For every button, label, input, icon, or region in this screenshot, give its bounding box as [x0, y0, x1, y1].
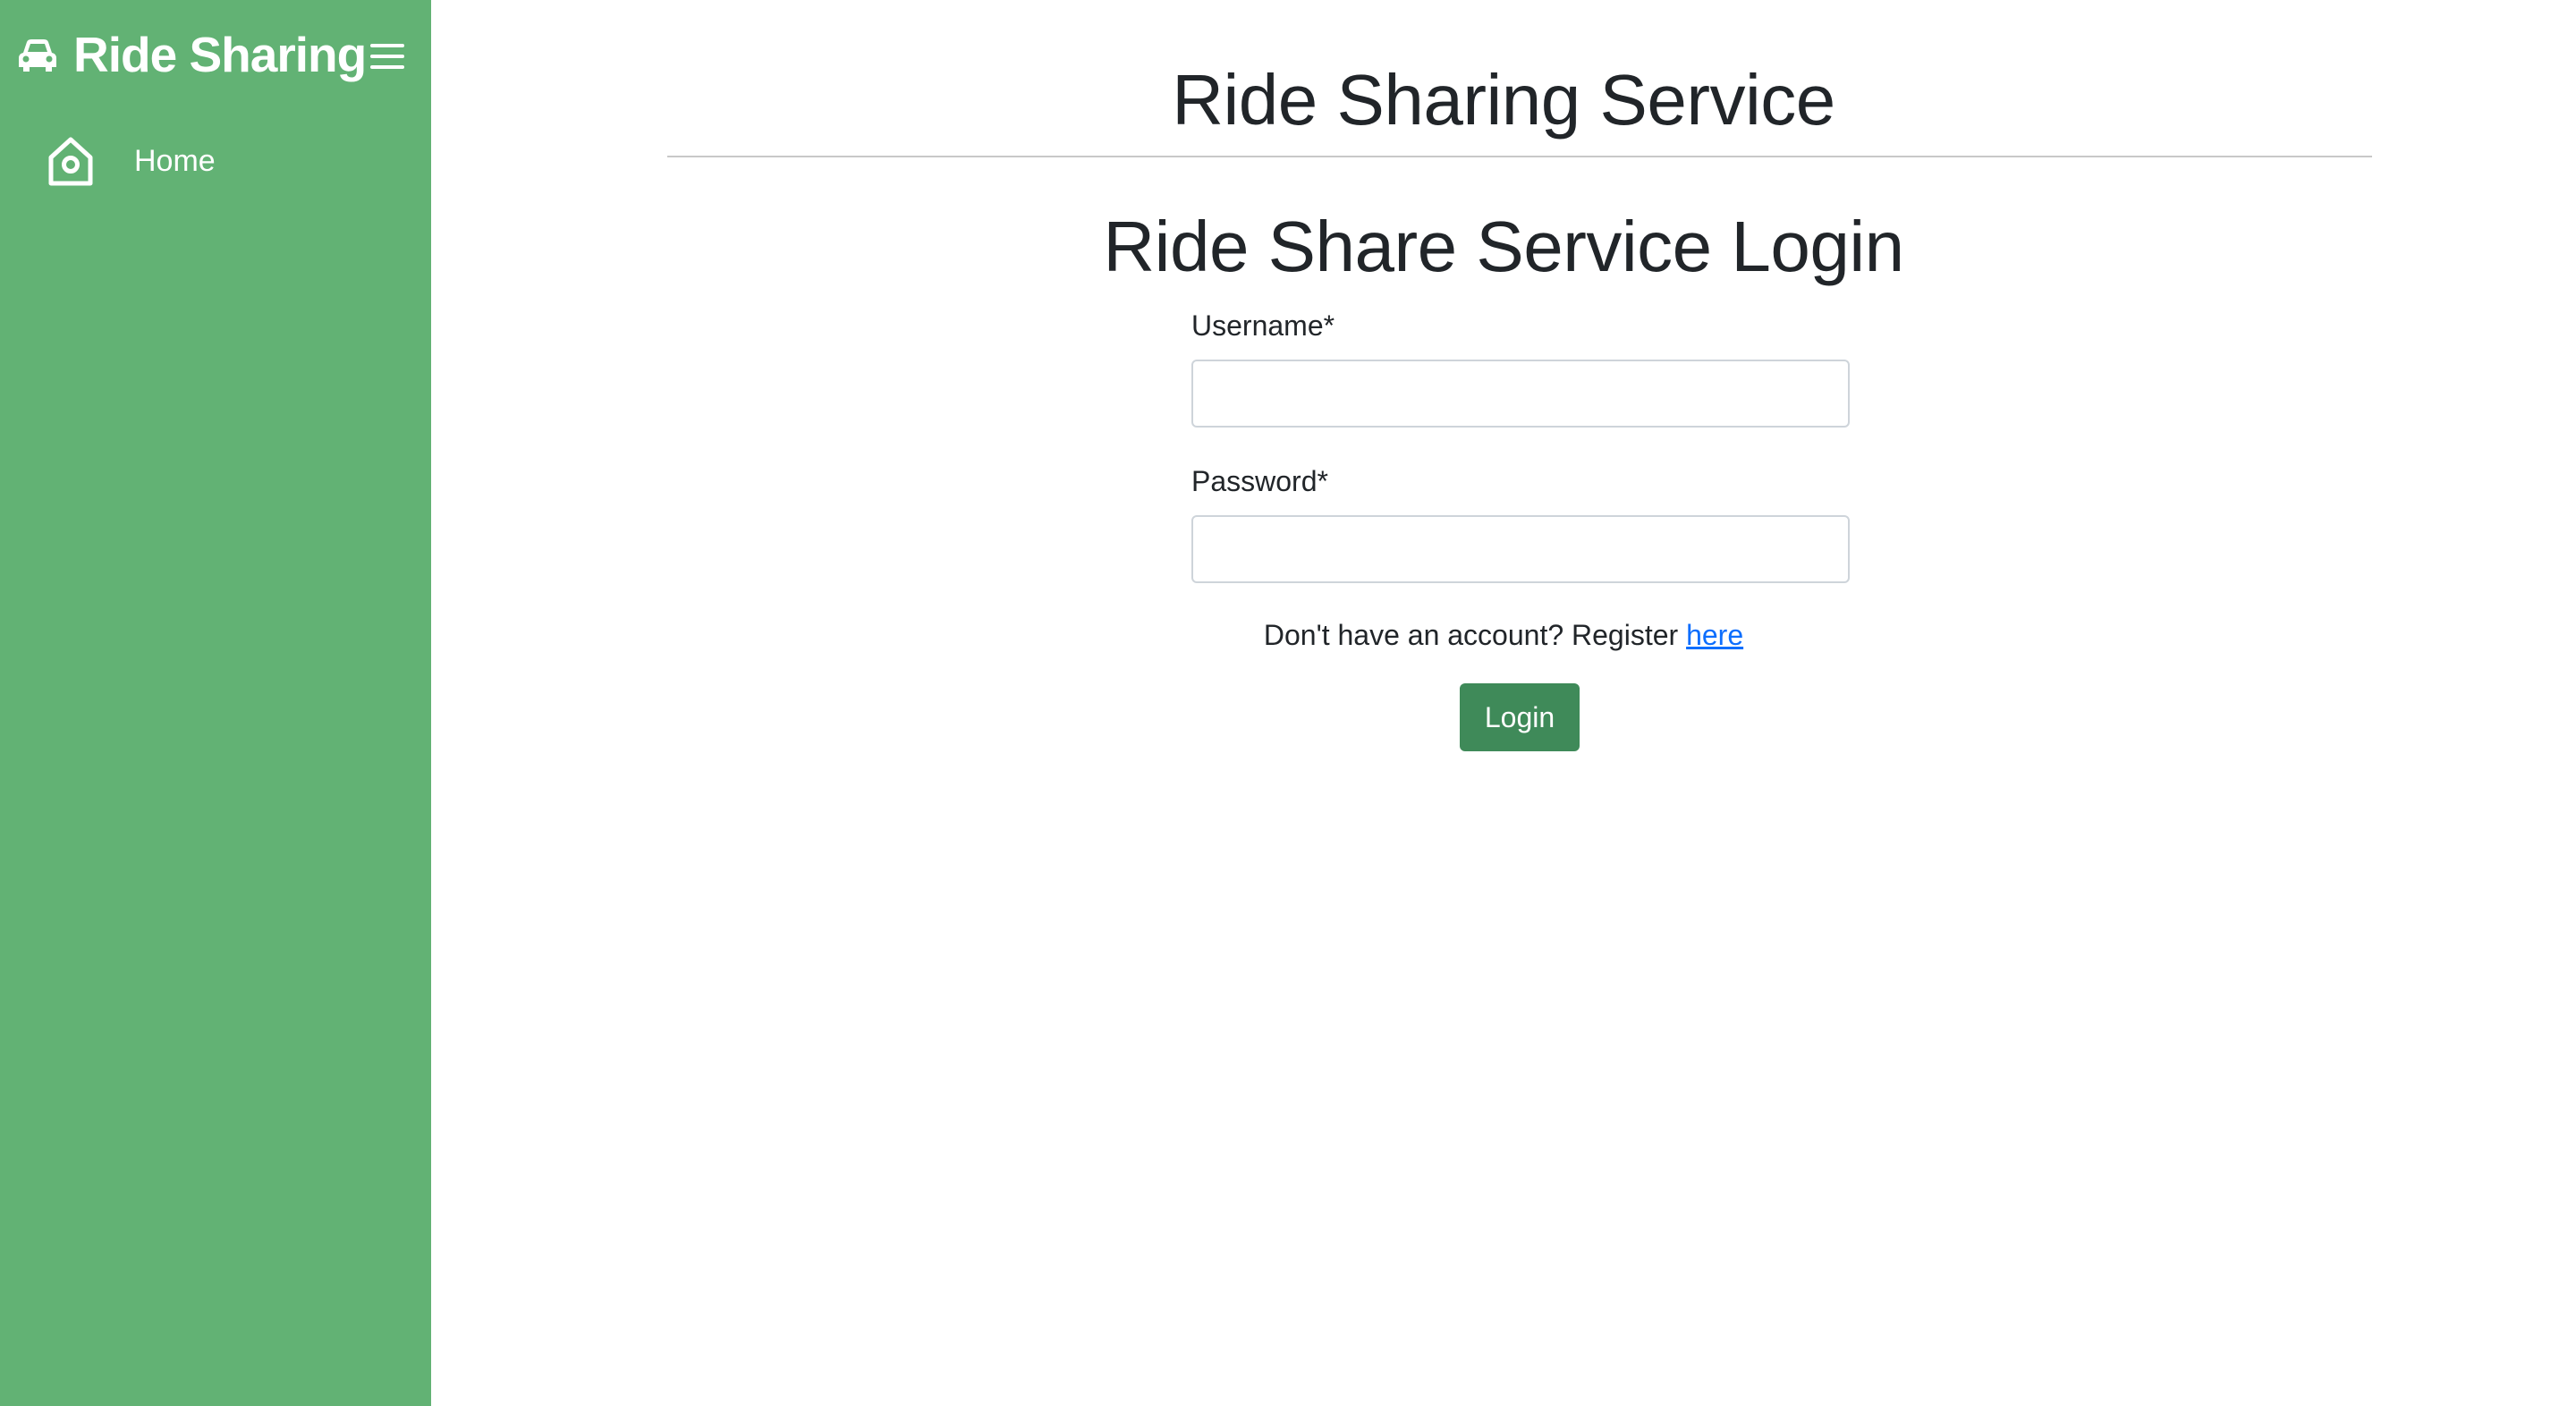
login-title: Ride Share Service Login: [1103, 207, 1904, 286]
username-label: Username*: [1191, 309, 1335, 342]
register-link[interactable]: here: [1686, 619, 1743, 651]
username-input[interactable]: [1191, 360, 1850, 428]
register-prompt-text: Don't have an account? Register: [1263, 619, 1687, 651]
sidebar-item-label: Home: [134, 143, 216, 178]
hamburger-menu-icon: [370, 44, 404, 69]
title-divider: [667, 156, 2372, 157]
car-icon: [16, 33, 59, 76]
sidebar: Ride Sharing Home: [0, 0, 431, 1406]
sidebar-item-home[interactable]: Home: [47, 132, 216, 190]
register-prompt: Don't have an account? Register here: [431, 608, 2576, 662]
page-title: Ride Sharing Service: [1172, 60, 1835, 140]
login-button[interactable]: Login: [1460, 683, 1580, 751]
main-content: Ride Sharing Service Ride Share Service …: [431, 0, 2576, 1406]
home-icon: [47, 134, 95, 188]
password-input[interactable]: [1191, 515, 1850, 583]
brand-title: Ride Sharing: [73, 27, 367, 82]
brand[interactable]: Ride Sharing: [16, 23, 367, 86]
password-label: Password*: [1191, 465, 1328, 497]
menu-toggle-button[interactable]: [367, 36, 408, 77]
